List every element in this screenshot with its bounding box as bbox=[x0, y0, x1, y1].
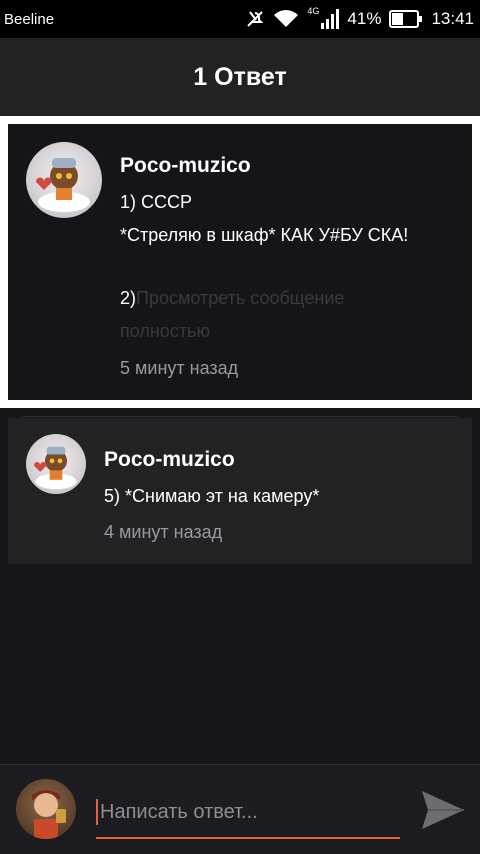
text-cursor bbox=[96, 799, 98, 825]
comment-text-line: 2) bbox=[120, 288, 137, 308]
comment-card[interactable]: Poco-muzico 5) *Снимаю эт на камеру* 4 м… bbox=[8, 418, 472, 564]
reply-input[interactable] bbox=[100, 793, 396, 831]
avatar[interactable] bbox=[26, 142, 102, 218]
avatar[interactable] bbox=[26, 434, 86, 494]
comment-card[interactable]: Poco-muzico 1) СССР *Стреляю в шкаф* КАК… bbox=[8, 124, 472, 400]
comment-timestamp: 4 минут назад bbox=[104, 522, 223, 542]
mute-icon bbox=[245, 9, 265, 29]
send-button[interactable] bbox=[418, 789, 466, 831]
comment-text-line: 2)Просмотреть сообщение bbox=[120, 288, 344, 309]
status-icons: 4G 41% 13:41 bbox=[245, 6, 474, 29]
reply-input-wrapper bbox=[96, 787, 400, 839]
view-full-message-link[interactable]: Просмотреть сообщение bbox=[136, 288, 344, 308]
comment-text-line: *Стреляю в шкаф* КАК У#БУ СКА! bbox=[120, 225, 409, 245]
divider bbox=[22, 416, 458, 417]
send-icon bbox=[422, 791, 464, 829]
comment-text-line: 1) СССР bbox=[120, 192, 193, 212]
comment-author[interactable]: Poco-muzico bbox=[104, 448, 235, 472]
comment-author[interactable]: Poco-muzico bbox=[120, 154, 251, 178]
page-title: 1 Ответ bbox=[193, 62, 287, 91]
network-type: 4G bbox=[307, 6, 320, 16]
battery-icon bbox=[389, 10, 423, 28]
user-avatar[interactable] bbox=[16, 779, 76, 839]
reply-bar bbox=[0, 764, 480, 854]
header-bar: 1 Ответ bbox=[0, 38, 480, 116]
wifi-icon bbox=[273, 9, 299, 29]
battery-percent: 41% bbox=[347, 9, 382, 28]
highlighted-comment[interactable]: Poco-muzico 1) СССР *Стреляю в шкаф* КАК… bbox=[0, 116, 480, 408]
status-bar: Beeline 4G 41% 13:41 bbox=[0, 0, 480, 38]
comment-text-line: 5) *Снимаю эт на камеру* bbox=[104, 486, 320, 506]
signal-icon bbox=[321, 9, 340, 29]
view-full-message-link-cont[interactable]: полностью bbox=[120, 321, 210, 342]
comment-timestamp: 5 минут назад bbox=[120, 358, 239, 378]
carrier-name: Beeline bbox=[4, 10, 55, 28]
clock: 13:41 bbox=[431, 9, 474, 28]
